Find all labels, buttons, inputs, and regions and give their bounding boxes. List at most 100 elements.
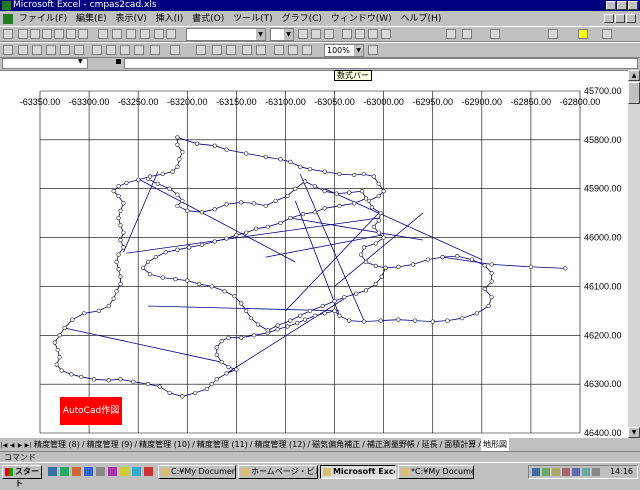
save-icon[interactable]: [32, 45, 42, 55]
toolbar-icon[interactable]: [42, 29, 52, 39]
open-icon[interactable]: [18, 45, 28, 55]
borders-button[interactable]: [548, 29, 558, 39]
scroll-thumb[interactable]: [628, 82, 640, 104]
sheet-tab[interactable]: 面積計算: [442, 438, 478, 451]
toolbar-icon[interactable]: [112, 29, 122, 39]
chevron-down-icon[interactable]: ▼: [284, 29, 293, 40]
print-icon[interactable]: [46, 45, 56, 55]
font-size-combo[interactable]: ▼: [270, 28, 294, 41]
tray-icon[interactable]: [542, 468, 550, 476]
help-icon[interactable]: [368, 45, 378, 55]
copy-icon[interactable]: [106, 45, 116, 55]
quicklaunch-icon[interactable]: [96, 467, 105, 476]
name-box[interactable]: [2, 58, 88, 69]
drawing-icon[interactable]: [302, 45, 312, 55]
font-color-button[interactable]: [602, 29, 612, 39]
function-icon[interactable]: [226, 45, 236, 55]
cut-icon[interactable]: [92, 45, 102, 55]
tray-icon[interactable]: [532, 468, 540, 476]
hyperlink-icon[interactable]: [196, 45, 206, 55]
toolbar-icon[interactable]: [78, 29, 88, 39]
italic-button[interactable]: [311, 29, 321, 39]
new-icon[interactable]: [3, 45, 13, 55]
toolbar-icon[interactable]: [54, 29, 64, 39]
menu-edit[interactable]: 編集(E): [76, 14, 107, 24]
scroll-up-icon[interactable]: ▲: [628, 70, 640, 81]
zoom-combo[interactable]: 100% ▼: [324, 44, 364, 57]
menu-tools[interactable]: ツール(T): [233, 14, 273, 24]
sheet-tab[interactable]: 延長: [420, 438, 440, 451]
sheet-tab[interactable]: 精度管理 (9): [85, 438, 135, 451]
menu-format[interactable]: 書式(O): [192, 14, 224, 24]
toolbar-icon[interactable]: [140, 29, 150, 39]
vertical-scrollbar[interactable]: ▲ ▼: [628, 70, 640, 438]
menu-chart[interactable]: グラフ(C): [282, 14, 322, 24]
paste-icon[interactable]: [120, 45, 130, 55]
quicklaunch-icon[interactable]: [48, 467, 57, 476]
next-sheet-icon[interactable]: ▶: [16, 439, 24, 451]
fill-color-button[interactable]: [578, 29, 588, 39]
toolbar-icon[interactable]: [30, 29, 40, 39]
toolbar-icon[interactable]: [3, 29, 13, 39]
taskbar-button[interactable]: ホームページ・ビルダ...: [238, 465, 318, 479]
map-icon[interactable]: [288, 45, 298, 55]
toolbar-icon[interactable]: [98, 29, 108, 39]
sheet-tab[interactable]: 精度管理 (8): [32, 438, 82, 451]
sheet-tab[interactable]: 精度管理 (12): [253, 438, 308, 451]
workbook-icon[interactable]: [3, 13, 13, 24]
toolbar-icon[interactable]: [126, 29, 136, 39]
align-left-button[interactable]: [342, 29, 352, 39]
prev-sheet-icon[interactable]: ◀: [8, 439, 16, 451]
spelling-icon[interactable]: [74, 45, 84, 55]
menu-window[interactable]: ウィンドウ(W): [331, 14, 392, 24]
tray-icon[interactable]: [552, 468, 560, 476]
toolbar-icon[interactable]: [66, 29, 76, 39]
equals-icon[interactable]: [116, 59, 121, 64]
menu-insert[interactable]: 挿入(I): [156, 14, 184, 24]
print-preview-icon[interactable]: [60, 45, 70, 55]
taskbar-button[interactable]: *C:¥My Document...: [398, 465, 474, 479]
sort-ascending-icon[interactable]: [242, 45, 252, 55]
autosum-icon[interactable]: [212, 45, 222, 55]
format-painter-icon[interactable]: [134, 45, 144, 55]
excel-app-icon[interactable]: [2, 1, 11, 10]
align-right-button[interactable]: [368, 29, 378, 39]
workbook-minimize-button[interactable]: [604, 14, 614, 23]
start-button[interactable]: スタート: [2, 465, 42, 488]
workbook-restore-button[interactable]: [615, 14, 625, 23]
scroll-down-icon[interactable]: ▼: [628, 427, 640, 438]
quicklaunch-icon[interactable]: [108, 467, 117, 476]
align-center-button[interactable]: [355, 29, 365, 39]
sheet-tab[interactable]: 磁気偏角補正: [310, 438, 362, 451]
quicklaunch-icon[interactable]: [132, 467, 141, 476]
sheet-tab[interactable]: 精度管理 (11): [195, 438, 250, 451]
font-name-combo[interactable]: ▼: [186, 28, 266, 41]
toolbar-icon[interactable]: [166, 29, 176, 39]
tray-icon[interactable]: [572, 468, 580, 476]
quicklaunch-icon[interactable]: [144, 467, 153, 476]
toolbar-icon[interactable]: [18, 29, 28, 39]
tray-icon[interactable]: [582, 468, 590, 476]
undo-icon[interactable]: [150, 45, 160, 55]
bold-button[interactable]: [298, 29, 308, 39]
quicklaunch-icon[interactable]: [60, 467, 69, 476]
chevron-down-icon[interactable]: ▼: [256, 29, 265, 40]
menu-view[interactable]: 表示(V): [116, 14, 147, 24]
formula-input[interactable]: [124, 58, 638, 69]
maximize-button[interactable]: [617, 1, 627, 10]
autocad-button[interactable]: AutoCad作図: [60, 397, 122, 425]
currency-button[interactable]: [446, 29, 456, 39]
decrease-decimal-button[interactable]: [490, 29, 500, 39]
sheet-tab[interactable]: 補正測量野帳: [365, 438, 417, 451]
quicklaunch-icon[interactable]: [84, 467, 93, 476]
toolbar-icon[interactable]: [154, 29, 164, 39]
quicklaunch-icon[interactable]: [120, 467, 129, 476]
merge-center-button[interactable]: [381, 29, 391, 39]
redo-icon[interactable]: [170, 45, 180, 55]
worksheet-area[interactable]: -63350.00 -63300.00 -63250.00 -63200.00 -631…: [0, 70, 628, 439]
percent-button[interactable]: [462, 29, 472, 39]
menu-help[interactable]: ヘルプ(H): [401, 14, 442, 24]
first-sheet-icon[interactable]: |◀: [0, 439, 8, 451]
underline-button[interactable]: [324, 29, 334, 39]
quicklaunch-icon[interactable]: [72, 467, 81, 476]
